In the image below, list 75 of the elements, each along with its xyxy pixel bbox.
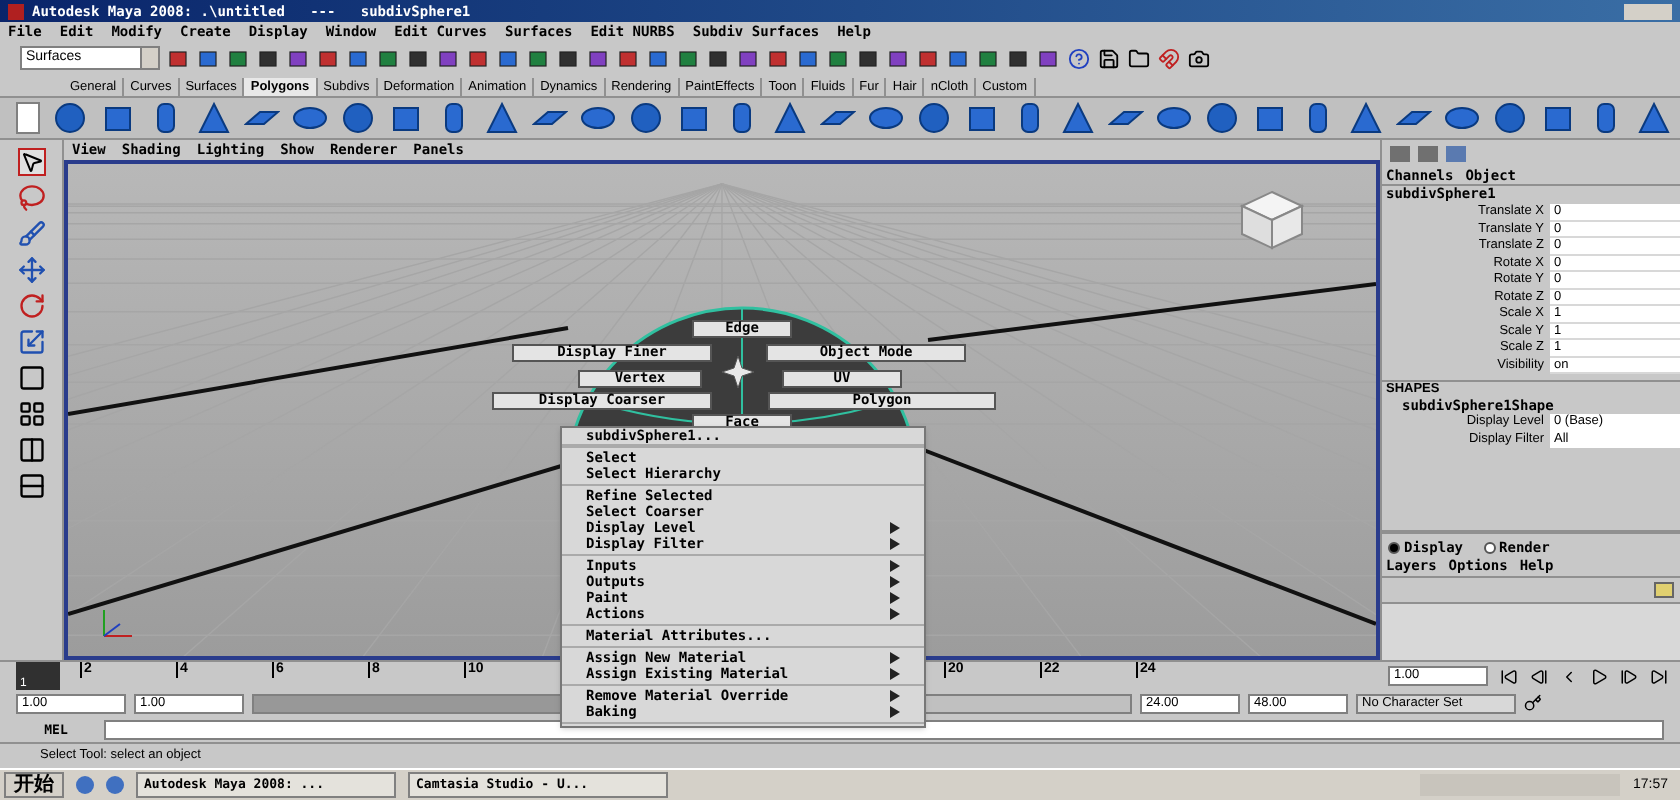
polygon-tool-icon[interactable] xyxy=(916,100,952,136)
tool-icon[interactable] xyxy=(288,47,310,69)
tool-icon[interactable] xyxy=(408,47,430,69)
tool-icon[interactable] xyxy=(1008,47,1030,69)
help-icon[interactable] xyxy=(1068,47,1090,69)
single-view-icon[interactable] xyxy=(17,364,45,392)
polygon-tool-icon[interactable] xyxy=(1348,100,1384,136)
tool-icon[interactable] xyxy=(708,47,730,69)
tool-icon[interactable] xyxy=(858,47,880,69)
play-icon[interactable] xyxy=(1590,667,1608,685)
channel-box-toggle-icon[interactable] xyxy=(1390,146,1410,162)
view-cube-icon[interactable] xyxy=(1238,188,1306,252)
polygon-tool-icon[interactable] xyxy=(1204,100,1240,136)
tool-icon[interactable] xyxy=(648,47,670,69)
key-icon[interactable] xyxy=(1524,694,1542,712)
tool-settings-toggle-icon[interactable] xyxy=(1446,146,1466,162)
new-layer-icon[interactable] xyxy=(1654,582,1674,598)
tool-icon[interactable] xyxy=(498,47,520,69)
polygon-tool-icon[interactable] xyxy=(1060,100,1096,136)
radio-button[interactable] xyxy=(1483,542,1496,554)
tool-icon[interactable] xyxy=(168,47,190,69)
start-button[interactable]: 开始 xyxy=(4,772,64,798)
lasso-tool-icon[interactable] xyxy=(17,184,45,212)
tool-icon[interactable] xyxy=(468,47,490,69)
tool-icon[interactable] xyxy=(528,47,550,69)
radio-button[interactable] xyxy=(1388,542,1400,554)
polygon-tool-icon[interactable] xyxy=(52,100,88,136)
polygon-tool-icon[interactable] xyxy=(628,100,664,136)
move-tool-icon[interactable] xyxy=(17,256,45,284)
tool-icon[interactable] xyxy=(618,47,640,69)
step-back-icon[interactable] xyxy=(1530,667,1548,685)
tool-icon[interactable] xyxy=(198,47,220,69)
save-icon[interactable] xyxy=(1098,47,1120,69)
select-tool-icon[interactable] xyxy=(17,148,45,176)
shelf-menu-icon[interactable] xyxy=(16,102,40,134)
play-backward-icon[interactable] xyxy=(1560,667,1578,685)
tool-icon[interactable] xyxy=(948,47,970,69)
polygon-tool-icon[interactable] xyxy=(340,100,376,136)
polygon-tool-icon[interactable] xyxy=(196,100,232,136)
tool-icon[interactable] xyxy=(738,47,760,69)
tool-icon[interactable] xyxy=(348,47,370,69)
tool-icon[interactable] xyxy=(438,47,460,69)
tool-icon[interactable] xyxy=(978,47,1000,69)
tool-icon[interactable] xyxy=(228,47,250,69)
polygon-tool-icon[interactable] xyxy=(772,100,808,136)
magnet-icon[interactable] xyxy=(1158,47,1180,69)
step-forward-icon[interactable] xyxy=(1620,667,1638,685)
tool-icon[interactable] xyxy=(768,47,790,69)
attribute-editor-toggle-icon[interactable] xyxy=(1418,146,1438,162)
scale-tool-icon[interactable] xyxy=(17,328,45,356)
rotate-tool-icon[interactable] xyxy=(17,292,45,320)
tool-icon[interactable] xyxy=(258,47,280,69)
tool-icon[interactable] xyxy=(378,47,400,69)
brush-tool-icon[interactable] xyxy=(17,220,45,248)
polygon-tool-icon[interactable] xyxy=(484,100,520,136)
marking-menu-center-icon xyxy=(720,354,756,390)
side-by-side-view-icon[interactable] xyxy=(17,436,45,464)
polygon-tool-icon[interactable] xyxy=(1492,100,1528,136)
tool-icon[interactable] xyxy=(888,47,910,69)
stacked-view-icon[interactable] xyxy=(17,472,45,500)
camera-icon[interactable] xyxy=(1188,47,1210,69)
tool-icon[interactable] xyxy=(1038,47,1060,69)
folder-icon[interactable] xyxy=(1128,47,1150,69)
tool-icon[interactable] xyxy=(558,47,580,69)
tool-icon[interactable] xyxy=(678,47,700,69)
tool-icon[interactable] xyxy=(318,47,340,69)
tool-icon[interactable] xyxy=(798,47,820,69)
go-to-end-icon[interactable] xyxy=(1650,667,1668,685)
polygon-tool-icon[interactable] xyxy=(1636,100,1672,136)
four-view-icon[interactable] xyxy=(17,400,45,428)
tool-icon[interactable] xyxy=(828,47,850,69)
go-to-start-icon[interactable] xyxy=(1500,667,1518,685)
tool-icon[interactable] xyxy=(588,47,610,69)
tool-icon[interactable] xyxy=(918,47,940,69)
app-icon xyxy=(8,3,24,19)
